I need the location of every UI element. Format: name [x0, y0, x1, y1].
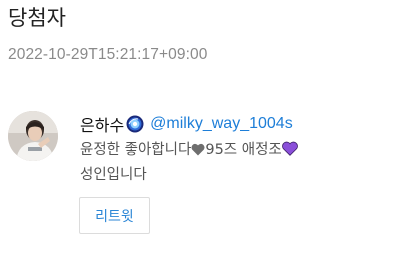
purple-heart-icon [281, 141, 298, 164]
tweet-text-line1-part1: 윤정한 좋아합니다 [80, 142, 192, 158]
tweet-body: 은하수 @milky_way_1004s 윤정한 좋아합니다 95즈 애정조 성인… [80, 113, 410, 187]
gray-heart-icon [191, 141, 205, 164]
page-title: 당첨자 [8, 6, 66, 30]
avatar[interactable] [8, 111, 58, 161]
tweet-text-line1-part2: 95즈 애정조 [205, 142, 282, 158]
retweet-button[interactable]: 리트윗 [79, 197, 150, 234]
user-handle-link[interactable]: @milky_way_1004s [150, 115, 293, 133]
tweet-text-line2: 성인입니다 [80, 167, 147, 183]
tweet-header: 은하수 @milky_way_1004s [80, 113, 410, 135]
avatar-image [8, 111, 58, 161]
timestamp: 2022-10-29T15:21:17+09:00 [8, 46, 208, 63]
tweet-text: 윤정한 좋아합니다 95즈 애정조 성인입니다 [80, 139, 410, 187]
display-name[interactable]: 은하수 [80, 112, 124, 136]
swirl-badge-icon [126, 115, 144, 133]
